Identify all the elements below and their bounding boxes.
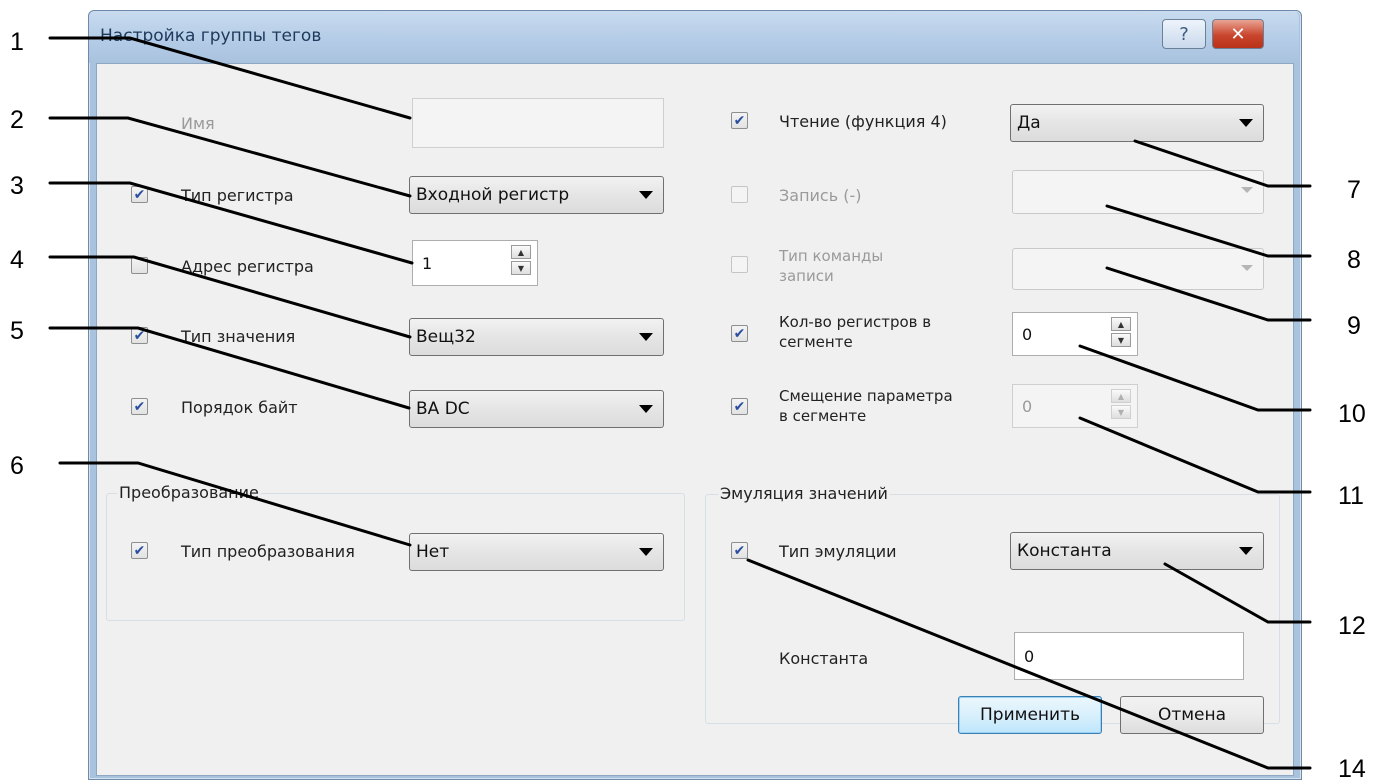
callout-line-5 — [48, 326, 411, 410]
callout-line-9 — [1105, 266, 1312, 322]
callout-line-14 — [746, 558, 1312, 770]
callout-5: 5 — [10, 317, 24, 345]
callout-line-12 — [1163, 562, 1312, 624]
callout-line-6 — [58, 461, 412, 547]
callout-11: 11 — [1338, 482, 1364, 510]
callout-1: 1 — [10, 28, 24, 56]
callout-9: 9 — [1347, 312, 1361, 340]
callout-14: 14 — [1338, 755, 1366, 783]
callout-12: 12 — [1338, 612, 1366, 640]
callout-line-3 — [48, 181, 414, 265]
callout-line-4 — [48, 255, 412, 339]
callout-line-11 — [1078, 416, 1312, 494]
callout-lines — [48, 36, 1312, 770]
callout-line-10 — [1078, 344, 1312, 412]
callout-8: 8 — [1347, 246, 1361, 274]
callout-line-7 — [1133, 139, 1312, 188]
callout-10: 10 — [1338, 400, 1366, 428]
callout-4: 4 — [10, 246, 24, 274]
callout-3: 3 — [10, 172, 24, 200]
callout-6: 6 — [10, 452, 24, 480]
callout-7: 7 — [1347, 176, 1361, 204]
callout-2: 2 — [10, 106, 24, 134]
callout-line-1 — [48, 36, 412, 120]
callout-line-8 — [1105, 204, 1312, 258]
